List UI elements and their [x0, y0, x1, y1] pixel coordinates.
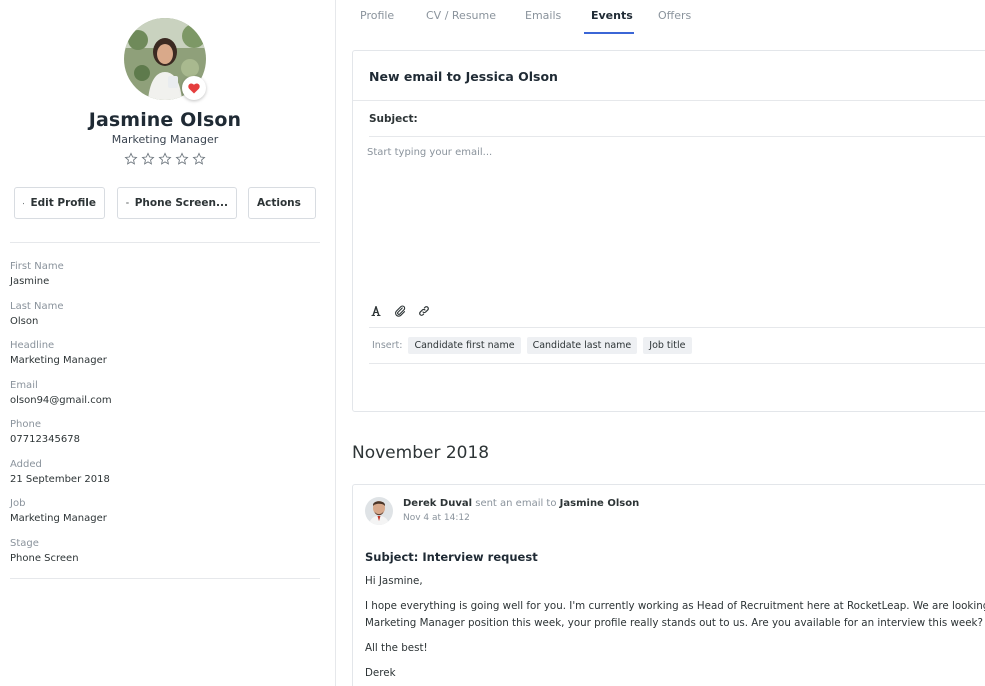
- field-value: olson94@gmail.com: [10, 394, 112, 406]
- field-value: Phone Screen: [10, 552, 79, 564]
- candidate-fields: First Name Jasmine Last Name Olson Headline M…: [10, 260, 320, 576]
- tab-profile[interactable]: Profile: [360, 9, 394, 22]
- merge-field-chip[interactable]: Candidate last name: [526, 337, 638, 354]
- list-icon: [126, 202, 129, 204]
- text-format-button[interactable]: [369, 304, 383, 318]
- merge-field-chip[interactable]: Candidate first name: [408, 337, 521, 354]
- candidate-tabs: Profile CV / Resume Emails Events Offers: [336, 0, 985, 36]
- candidate-name: Jasmine Olson: [88, 109, 242, 131]
- field-label: Added: [10, 458, 42, 470]
- subject-divider: [369, 136, 985, 137]
- edit-profile-button[interactable]: Edit Profile: [14, 187, 105, 219]
- actions-label: Actions: [257, 197, 301, 209]
- field-label: Stage: [10, 537, 39, 549]
- sender-photo: [365, 497, 393, 525]
- insert-divider: [369, 363, 985, 364]
- email-body-line-2: Marketing Manager position this week, yo…: [365, 617, 983, 629]
- field-label: Job: [10, 498, 26, 509]
- field-phone: Phone 07712345678: [10, 418, 320, 458]
- email-greeting: Hi Jasmine,: [365, 575, 423, 587]
- email-compose-card: New email to Jessica Olson Subject: Inse…: [352, 50, 985, 412]
- field-email: Email olson94@gmail.com: [10, 379, 320, 419]
- event-sender[interactable]: Derek Duval: [403, 498, 472, 509]
- field-label: Headline: [10, 340, 55, 351]
- field-label: Email: [10, 379, 38, 391]
- attach-button[interactable]: [393, 304, 407, 318]
- event-timestamp: Nov 4 at 14:12: [403, 513, 470, 523]
- sidebar-divider-top: [10, 242, 320, 243]
- paperclip-icon: [395, 305, 406, 317]
- active-tab-indicator: [584, 32, 634, 34]
- compose-title: New email to Jessica Olson: [369, 69, 558, 84]
- event-recipient[interactable]: Jasmine Olson: [560, 498, 640, 509]
- sidebar-divider-bottom: [10, 578, 320, 579]
- field-value: Jasmine: [10, 276, 50, 287]
- subject-input[interactable]: [425, 109, 965, 129]
- stage-button-label: Phone Screen...: [134, 197, 228, 209]
- subject-label: Subject:: [369, 113, 418, 125]
- email-subject: Subject: Interview request: [365, 550, 538, 564]
- tab-emails[interactable]: Emails: [525, 9, 561, 22]
- merge-field-row: Insert: Candidate first name Candidate la…: [372, 337, 692, 354]
- compose-divider: [353, 100, 985, 101]
- field-added: Added 21 September 2018: [10, 458, 320, 498]
- edit-profile-label: Edit Profile: [30, 197, 96, 209]
- field-headline: Headline Marketing Manager: [10, 339, 320, 379]
- candidate-avatar-wrapper: [124, 18, 206, 100]
- actions-dropdown-button[interactable]: Actions: [248, 187, 316, 219]
- candidate-sidebar: Jasmine Olson Marketing Manager Edit Pro…: [0, 0, 336, 686]
- star-icon-1[interactable]: [124, 152, 138, 166]
- star-icon-3[interactable]: [158, 152, 172, 166]
- field-label: Phone: [10, 419, 41, 430]
- editor-toolbar: [369, 304, 431, 318]
- email-body-input[interactable]: [367, 147, 977, 297]
- rating-stars[interactable]: [0, 152, 330, 166]
- field-value: Marketing Manager: [10, 513, 107, 524]
- field-job: Job Marketing Manager: [10, 497, 320, 537]
- timeline-month-heading: November 2018: [352, 443, 490, 463]
- toolbar-divider: [369, 327, 985, 328]
- merge-field-chip[interactable]: Job title: [643, 337, 692, 354]
- stage-button[interactable]: Phone Screen...: [117, 187, 237, 219]
- heart-icon: [188, 82, 200, 93]
- insert-label: Insert:: [372, 340, 403, 351]
- star-icon-2[interactable]: [141, 152, 155, 166]
- font-icon: [371, 306, 381, 316]
- field-value: 21 September 2018: [10, 473, 110, 485]
- field-label: Last Name: [10, 300, 64, 312]
- link-icon: [419, 306, 429, 316]
- field-label: First Name: [10, 261, 64, 272]
- star-icon-4[interactable]: [175, 152, 189, 166]
- field-last-name: Last Name Olson: [10, 300, 320, 340]
- field-stage: Stage Phone Screen: [10, 537, 320, 577]
- favorite-badge[interactable]: [182, 76, 206, 100]
- sender-avatar[interactable]: [365, 497, 393, 525]
- tab-offers[interactable]: Offers: [658, 9, 691, 22]
- user-edit-icon: [23, 202, 25, 204]
- email-signature: Derek: [365, 667, 396, 679]
- field-value: Olson: [10, 315, 39, 327]
- field-value: 07712345678: [10, 434, 80, 445]
- field-value: Marketing Manager: [10, 355, 107, 366]
- email-signoff: All the best!: [365, 642, 428, 654]
- star-icon-5[interactable]: [192, 152, 206, 166]
- event-action: sent an email to: [475, 498, 557, 509]
- tab-cv-resume[interactable]: CV / Resume: [426, 9, 496, 22]
- email-event-card: Derek Duval sent an email to Jasmine Ols…: [352, 484, 985, 686]
- candidate-headline: Marketing Manager: [111, 133, 219, 146]
- field-first-name: First Name Jasmine: [10, 260, 320, 300]
- event-summary: Derek Duval sent an email to Jasmine Ols…: [403, 498, 639, 509]
- tab-events[interactable]: Events: [591, 9, 633, 22]
- insert-link-button[interactable]: [417, 304, 431, 318]
- email-body-line-1: I hope everything is going well for you.…: [365, 600, 985, 612]
